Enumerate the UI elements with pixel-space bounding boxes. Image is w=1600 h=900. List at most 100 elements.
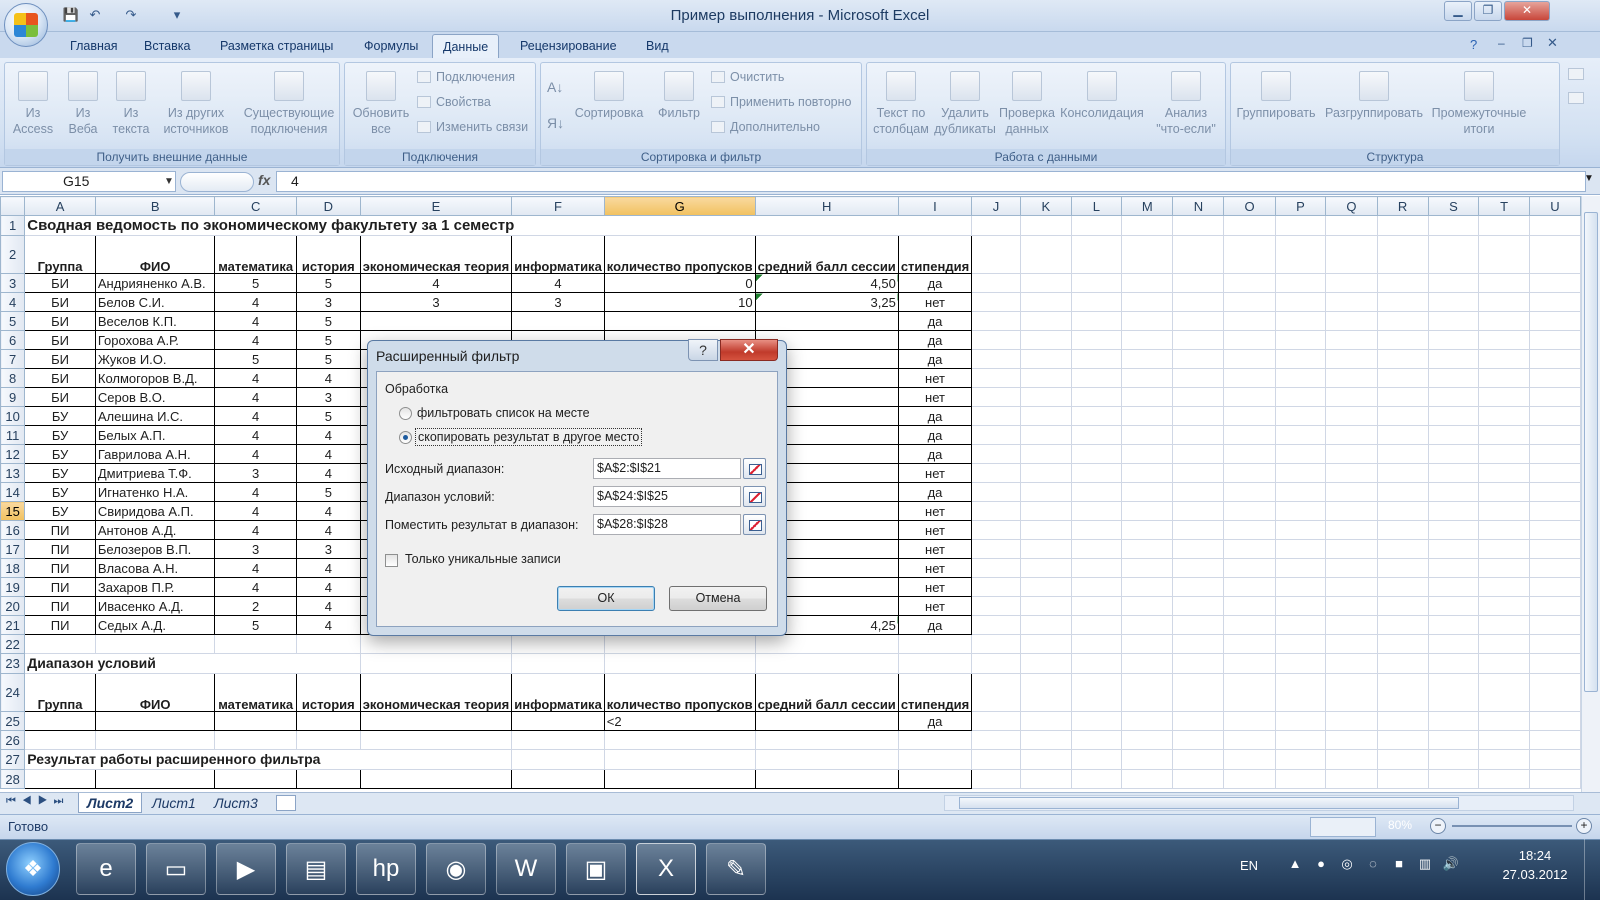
cell[interactable] [1070,539,1123,559]
cell[interactable] [1070,368,1123,388]
table-cell[interactable]: 4 [295,501,361,521]
ungroup-button[interactable]: Разгруппировать [1319,71,1429,121]
cell[interactable] [1019,539,1072,559]
cell[interactable] [1274,311,1327,331]
cell[interactable] [1376,215,1429,236]
cell[interactable] [1172,673,1225,712]
ie-icon[interactable]: e [76,843,136,895]
cell[interactable] [1325,673,1378,712]
worksheet-grid[interactable]: A B C D E F G H I J K L M N O P Q R S T U 1 Сводная ведомость … [0,196,1581,792]
column-header[interactable]: O [1223,196,1276,216]
cell[interactable] [1070,387,1123,407]
ok-button[interactable]: ОК [557,586,655,611]
cell[interactable] [359,653,513,674]
cell[interactable] [1121,730,1174,750]
row-header[interactable]: 24 [0,673,26,712]
tab-2[interactable]: Вставка [134,34,200,58]
tab-6[interactable]: Рецензирование [510,34,627,58]
cell[interactable] [1528,482,1581,502]
condition-cell[interactable]: да [897,711,973,731]
cell[interactable] [1121,539,1174,559]
cell[interactable] [1070,292,1123,312]
cell[interactable] [1223,215,1276,236]
cell[interactable] [1223,769,1276,789]
table-cell[interactable]: 3 [214,463,297,483]
cell[interactable] [1274,349,1327,369]
cell[interactable] [1478,273,1530,293]
table-cell[interactable]: 5 [295,273,361,293]
cell[interactable] [1376,406,1429,426]
student-name-cell[interactable]: Белов С.И. [94,292,216,312]
cell[interactable] [1223,444,1276,464]
cell[interactable] [1121,769,1174,789]
header-cell[interactable]: математика [214,235,297,274]
cell[interactable] [1172,444,1225,464]
cell[interactable] [1019,425,1072,445]
row-header[interactable]: 17 [0,539,26,559]
horizontal-scrollbar[interactable] [944,795,1574,811]
cell[interactable] [1172,482,1225,502]
table-cell[interactable]: 4,50 [754,273,899,293]
cell[interactable] [1274,330,1327,350]
student-name-cell[interactable]: Власова А.Н. [94,558,216,578]
group-button[interactable]: Группировать [1233,71,1319,121]
cell[interactable] [1376,482,1429,502]
row-header[interactable]: 11 [0,425,26,445]
tray-arrow-icon[interactable]: ▲ [1286,856,1304,874]
cell[interactable] [971,235,1021,274]
show-desktop-button[interactable] [1584,839,1600,900]
table-cell[interactable]: нет [897,292,973,312]
column-header[interactable]: N [1172,196,1225,216]
from-text-button[interactable]: Из текста [107,71,155,137]
table-cell[interactable] [603,311,756,331]
cell[interactable] [1172,520,1225,540]
cell[interactable] [1223,330,1276,350]
cell[interactable] [1070,596,1123,616]
cell[interactable] [1121,292,1174,312]
cell[interactable] [1121,711,1174,731]
cell[interactable] [1274,558,1327,578]
cell[interactable] [1274,615,1327,635]
cell[interactable] [1019,615,1072,635]
cell[interactable] [1325,558,1378,578]
horizontal-scroll-thumb[interactable] [959,797,1459,809]
remove-duplicates-button[interactable]: Удалить дубликаты [933,71,997,137]
media-player-icon[interactable]: ▶ [216,843,276,895]
cell[interactable] [1121,634,1174,654]
student-name-cell[interactable]: Жуков И.О. [94,349,216,369]
cell[interactable] [1070,634,1123,654]
cell[interactable] [1070,673,1123,712]
cell[interactable] [359,730,513,750]
row-header[interactable]: 28 [0,769,26,789]
cell[interactable] [971,596,1021,616]
table-cell[interactable]: нет [897,539,973,559]
edit-links-item[interactable]: Изменить связи [417,117,528,137]
cell[interactable] [1376,425,1429,445]
cell[interactable] [1019,215,1072,236]
cell[interactable] [1528,444,1581,464]
cell[interactable] [1274,482,1327,502]
cell[interactable] [1274,634,1327,654]
cell[interactable] [1478,501,1530,521]
row-header[interactable]: 21 [0,615,26,635]
cell[interactable] [1223,387,1276,407]
cell[interactable] [1427,730,1480,750]
row-header[interactable]: 19 [0,577,26,597]
sort-az-icon[interactable]: A↓ [547,77,563,97]
table-cell[interactable]: ПИ [24,520,96,540]
sheet-title[interactable]: Сводная ведомость по экономическому факу… [24,215,973,236]
cell[interactable] [1528,711,1581,731]
cell[interactable] [971,558,1021,578]
cell[interactable] [1376,330,1429,350]
cell[interactable] [1070,501,1123,521]
table-cell[interactable]: БУ [24,463,96,483]
student-name-cell[interactable]: Свиридова А.П. [94,501,216,521]
paint-icon[interactable]: ✎ [706,843,766,895]
cell[interactable] [971,425,1021,445]
formula-expand-icon[interactable]: ▼ [1584,173,1594,184]
tab-5[interactable]: Данные [432,34,500,58]
cell[interactable] [1019,596,1072,616]
table-cell[interactable]: нет [897,463,973,483]
cell[interactable] [971,292,1021,312]
cell[interactable] [295,730,361,750]
